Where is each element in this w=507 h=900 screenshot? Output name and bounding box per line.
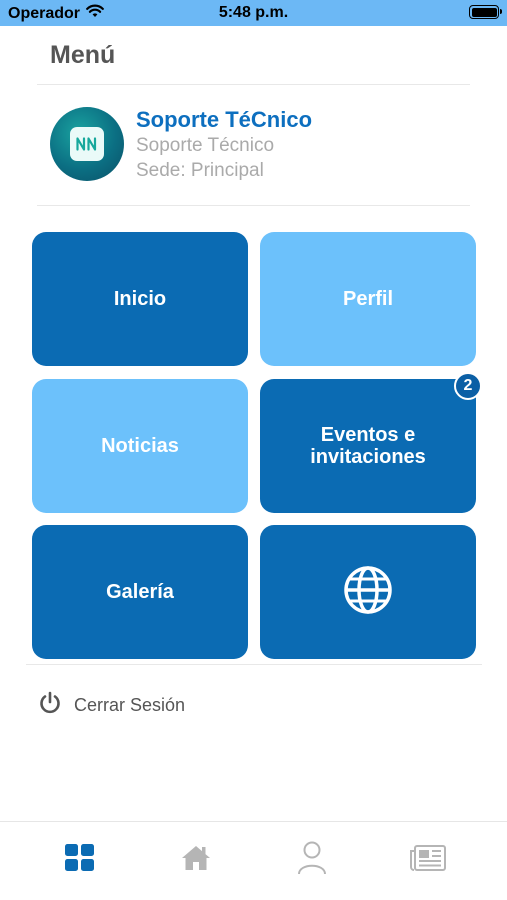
notification-badge: 2 [454, 372, 482, 400]
profile-divider [37, 205, 470, 206]
tile-label: Perfil [342, 288, 394, 310]
profile-role: Soporte Técnico [136, 135, 275, 156]
home-icon [181, 845, 211, 876]
profile-card[interactable]: Soporte TéCnico Soporte Técnico Sede: Pr… [50, 107, 470, 183]
menu-screen: Operador 5:48 p.m. Menú Soporte TéCnico … [0, 0, 507, 900]
tile-label: Galería [106, 581, 174, 603]
newspaper-icon [410, 844, 446, 876]
status-time: 5:48 p.m. [218, 4, 289, 21]
tab-menu[interactable] [60, 842, 100, 878]
user-icon [297, 841, 327, 880]
nn-logo-icon [70, 127, 104, 161]
tiles-divider [26, 664, 482, 665]
grid-icon [65, 843, 95, 877]
tile-eventos[interactable]: Eventos e invitaciones 2 [260, 372, 482, 513]
bottom-tab-bar [0, 821, 507, 900]
tab-profile[interactable] [292, 841, 332, 880]
tile-inicio[interactable]: Inicio [32, 232, 248, 366]
tile-noticias[interactable]: Noticias [32, 379, 248, 513]
battery-icon [469, 5, 502, 19]
power-icon [38, 691, 62, 720]
avatar [50, 107, 124, 181]
tile-label: Noticias [101, 435, 179, 457]
header-divider [37, 84, 470, 85]
page-title: Menú [50, 41, 116, 69]
tab-news[interactable] [408, 842, 448, 878]
tile-perfil[interactable]: Perfil [260, 232, 476, 366]
profile-sede: Sede: Principal [136, 160, 264, 181]
globe-icon [342, 564, 394, 621]
profile-name: Soporte TéCnico [136, 107, 313, 132]
tab-home[interactable] [176, 842, 216, 878]
logout-button[interactable]: Cerrar Sesión [38, 691, 185, 720]
logout-label: Cerrar Sesión [74, 695, 186, 715]
tile-label: Inicio [113, 288, 167, 310]
tile-label: Eventos e invitaciones [310, 424, 426, 468]
tile-web[interactable] [260, 525, 476, 659]
tile-galeria[interactable]: Galería [32, 525, 248, 659]
status-bar: Operador 5:48 p.m. [0, 0, 507, 26]
